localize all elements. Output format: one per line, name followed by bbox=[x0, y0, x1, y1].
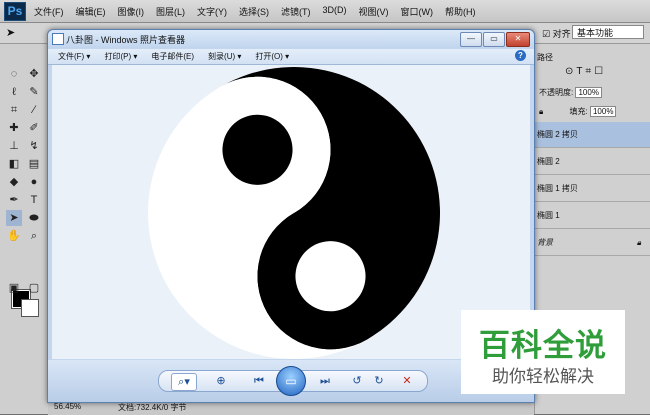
maximize-button[interactable]: ▭ bbox=[483, 32, 505, 47]
image-canvas[interactable] bbox=[52, 65, 530, 359]
background-color-swatch[interactable] bbox=[21, 299, 39, 317]
previous-button[interactable]: ⏮ bbox=[249, 373, 269, 389]
menu-help[interactable]: 帮助(H) bbox=[445, 5, 476, 18]
doc-size: 文档:732.4K/0 字节 bbox=[118, 403, 187, 412]
yin-yang-image bbox=[148, 67, 440, 359]
menu-edit[interactable]: 编辑(E) bbox=[76, 5, 106, 18]
photo-viewer-icon bbox=[52, 33, 64, 45]
watermark-logo: 百科全说 助你轻松解决 bbox=[461, 310, 625, 394]
actual-size-button[interactable]: ⊕ bbox=[213, 373, 229, 389]
menu-select[interactable]: 选择(S) bbox=[239, 5, 269, 18]
checkbox-icon[interactable]: ☑ bbox=[542, 29, 550, 39]
menu-view[interactable]: 视图(V) bbox=[359, 5, 389, 18]
workspace-select[interactable]: 基本功能 bbox=[572, 25, 644, 39]
menu-image[interactable]: 图像(I) bbox=[118, 5, 145, 18]
pen-tool-icon[interactable]: ✒ bbox=[6, 192, 22, 208]
viewer-menubar: 文件(F) ▾ 打印(P) ▾ 电子邮件(E) 刻录(U) ▾ 打开(O) ▾ … bbox=[48, 49, 534, 65]
eraser-tool-icon[interactable]: ◧ bbox=[6, 156, 22, 172]
blur-tool-icon[interactable]: ◆ bbox=[6, 174, 22, 190]
lock-icon[interactable]: 🔒︎ bbox=[539, 107, 543, 116]
auto-align-checkbox-label[interactable]: ☑ 对齐 bbox=[542, 27, 571, 40]
move-tool-icon[interactable]: ➤ bbox=[6, 26, 15, 39]
menu-window[interactable]: 窗口(W) bbox=[401, 5, 434, 18]
layer-row[interactable]: 椭圆 2 bbox=[535, 149, 650, 175]
layer-row-background[interactable]: 背景 🔒︎ bbox=[535, 230, 650, 256]
menu-filter[interactable]: 滤镜(T) bbox=[281, 5, 311, 18]
watermark-title: 百科全说 bbox=[479, 328, 607, 363]
watermark-subtitle: 助你轻松解决 bbox=[492, 367, 594, 386]
window-controls: — ▭ ✕ bbox=[460, 32, 530, 47]
auto-align-label: 对齐 bbox=[552, 29, 571, 39]
rotate-cw-button[interactable]: ↻ bbox=[371, 373, 387, 389]
next-button[interactable]: ⏭ bbox=[315, 373, 335, 389]
viewer-menu-email[interactable]: 电子邮件(E) bbox=[151, 51, 194, 62]
fill-input[interactable]: 100% bbox=[589, 106, 617, 117]
stamp-tool-icon[interactable]: ⊥ bbox=[6, 138, 22, 154]
history-brush-icon[interactable]: ↯ bbox=[26, 138, 42, 154]
menu-3d[interactable]: 3D(D) bbox=[323, 5, 347, 18]
quick-select-icon[interactable]: ✎ bbox=[26, 84, 42, 100]
layer-row[interactable]: 椭圆 1 bbox=[535, 203, 650, 229]
gradient-tool-icon[interactable]: ▤ bbox=[26, 156, 42, 172]
fill-label: 填充: bbox=[569, 107, 588, 116]
help-icon[interactable]: ? bbox=[515, 50, 526, 61]
path-select-icon[interactable]: ➤ bbox=[6, 210, 22, 226]
menu-layer[interactable]: 图层(L) bbox=[156, 5, 185, 18]
photoshop-logo: Ps bbox=[4, 2, 26, 21]
layer-row[interactable]: 椭圆 2 拷贝 bbox=[535, 122, 650, 148]
layer-label: 背景 bbox=[537, 238, 553, 247]
fill-row: 🔒︎ 填充: 100% bbox=[539, 106, 617, 117]
panel-tool-icons[interactable]: ⊙T⌗☐ bbox=[565, 66, 606, 77]
paths-tab[interactable]: 路径 bbox=[537, 52, 553, 63]
dodge-tool-icon[interactable]: ● bbox=[26, 174, 42, 190]
close-button[interactable]: ✕ bbox=[506, 32, 530, 47]
opacity-label: 不透明度: bbox=[539, 88, 574, 97]
crop-tool-icon[interactable]: ⌗ bbox=[6, 102, 22, 118]
rotate-ccw-button[interactable]: ↺ bbox=[349, 373, 365, 389]
viewer-menu-file[interactable]: 文件(F) ▾ bbox=[58, 51, 90, 62]
viewer-titlebar[interactable]: 八卦图 - Windows 照片查看器 — ▭ ✕ bbox=[48, 30, 534, 48]
playback-controls: ⌕▾ ⊕ ⏮ ▭ ⏭ ↺ ↻ ✕ bbox=[158, 366, 428, 396]
move-tool-icon[interactable]: ✥ bbox=[26, 66, 42, 82]
zoom-tool-icon[interactable]: ⌕ bbox=[26, 228, 42, 244]
lock-icon: 🔒︎ bbox=[636, 238, 641, 247]
brush-tool-icon[interactable]: ✐ bbox=[26, 120, 42, 136]
quick-mask-icon[interactable]: ▣ bbox=[6, 280, 22, 296]
type-tool-icon[interactable]: T bbox=[26, 192, 42, 208]
menu-file[interactable]: 文件(F) bbox=[34, 5, 64, 18]
ellipse-tool-icon[interactable]: ⬬ bbox=[26, 210, 42, 226]
minimize-button[interactable]: — bbox=[460, 32, 482, 47]
tools-panel: ◌ ✥ ℓ ✎ ⌗ ⁄ ✚ ✐ ⊥ ↯ ◧ ▤ ◆ ● ✒ T ➤ ⬬ ✋ ⌕ … bbox=[0, 44, 49, 414]
lasso-tool-icon[interactable]: ℓ bbox=[6, 84, 22, 100]
viewer-menu-burn[interactable]: 刻录(U) ▾ bbox=[208, 51, 241, 62]
viewer-menu-print[interactable]: 打印(P) ▾ bbox=[104, 51, 137, 62]
slideshow-button[interactable]: ▭ bbox=[276, 366, 306, 396]
screen-mode-icon[interactable]: ▢ bbox=[26, 280, 42, 296]
opacity-input[interactable]: 100% bbox=[575, 87, 602, 98]
marquee-tool-icon[interactable]: ◌ bbox=[6, 66, 22, 82]
zoom-button[interactable]: ⌕▾ bbox=[171, 373, 197, 391]
photoshop-menubar: Ps 文件(F) 编辑(E) 图像(I) 图层(L) 文字(Y) 选择(S) 滤… bbox=[0, 0, 650, 23]
menu-type[interactable]: 文字(Y) bbox=[197, 5, 227, 18]
delete-button[interactable]: ✕ bbox=[399, 373, 415, 389]
viewer-menu-list: 文件(F) ▾ 打印(P) ▾ 电子邮件(E) 刻录(U) ▾ 打开(O) ▾ bbox=[58, 51, 289, 62]
photoshop-menu-list: 文件(F) 编辑(E) 图像(I) 图层(L) 文字(Y) 选择(S) 滤镜(T… bbox=[34, 5, 476, 18]
opacity-row: 不透明度: 100% bbox=[539, 87, 602, 98]
eyedropper-icon[interactable]: ⁄ bbox=[26, 102, 42, 118]
layer-row[interactable]: 椭圆 1 拷贝 bbox=[535, 176, 650, 202]
zoom-level[interactable]: 56.45% bbox=[54, 402, 81, 411]
healing-brush-icon[interactable]: ✚ bbox=[6, 120, 22, 136]
hand-tool-icon[interactable]: ✋ bbox=[6, 228, 22, 244]
window-title: 八卦图 - Windows 照片查看器 bbox=[66, 35, 186, 45]
viewer-menu-open[interactable]: 打开(O) ▾ bbox=[255, 51, 289, 62]
